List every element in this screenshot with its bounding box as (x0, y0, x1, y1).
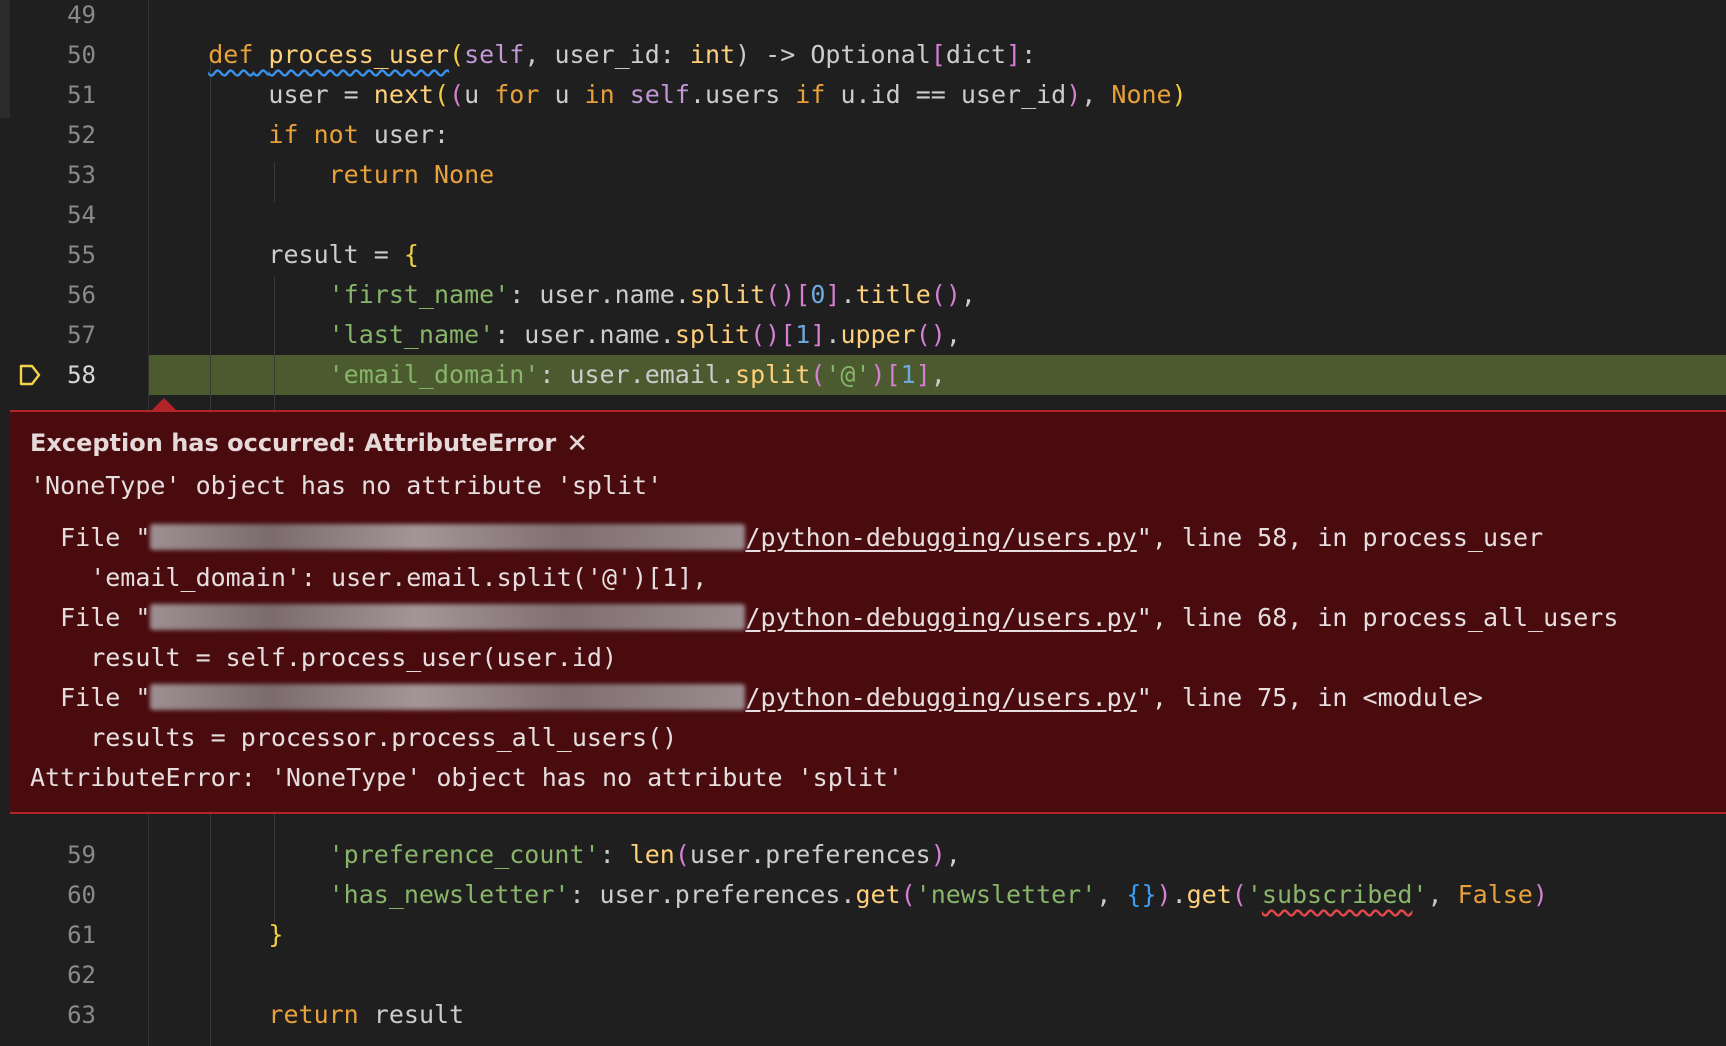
exception-widget: Exception has occurred: AttributeError ✕ … (10, 410, 1726, 814)
code-text: def process_user(self, user_id: int) -> … (208, 40, 1037, 69)
trace-file-line: File "/python-debugging/users.py", line … (30, 603, 1619, 632)
redacted-path (150, 524, 746, 550)
line-number: 61 (67, 921, 96, 949)
code-line[interactable]: 50 def process_user(self, user_id: int) … (0, 35, 1726, 75)
line-number: 54 (67, 201, 96, 229)
line-number: 53 (67, 161, 96, 189)
line-number: 58 (67, 361, 96, 389)
code-text: } (268, 920, 284, 949)
line-number: 49 (67, 1, 96, 29)
exception-final-line: AttributeError: 'NoneType' object has no… (30, 763, 903, 792)
file-path-link[interactable]: /python-debugging/users.py (745, 523, 1136, 552)
code-text: if not user: (268, 120, 450, 149)
code-line[interactable]: 53 return None (0, 155, 1726, 195)
line-number: 56 (67, 281, 96, 309)
line-number: 50 (67, 41, 96, 69)
close-icon[interactable]: ✕ (566, 427, 588, 461)
trace-file-line: File "/python-debugging/users.py", line … (30, 683, 1483, 712)
trace-code-line: results = processor.process_all_users() (30, 723, 678, 752)
code-text: user = next((u for u in self.users if u.… (148, 80, 1187, 109)
file-path-link[interactable]: /python-debugging/users.py (745, 683, 1136, 712)
code-line[interactable]: 58 'email_domain': user.email.split('@')… (0, 355, 1726, 395)
code-text: 'has_newsletter': user.preferences.get('… (328, 880, 1548, 909)
trace-file-line: File "/python-debugging/users.py", line … (30, 523, 1544, 552)
code-line[interactable]: 52 if not user: (0, 115, 1726, 155)
line-number: 60 (67, 881, 96, 909)
code-text: 'preference_count': len(user.preferences… (328, 840, 961, 869)
line-number: 63 (67, 1001, 96, 1029)
code-text: 'last_name': user.name.split()[1].upper(… (328, 320, 961, 349)
line-number: 55 (67, 241, 96, 269)
code-line[interactable]: 59 'preference_count': len(user.preferen… (0, 835, 1726, 875)
line-number: 57 (67, 321, 96, 349)
code-line[interactable]: 51 user = next((u for u in self.users if… (0, 75, 1726, 115)
code-line[interactable]: 60 'has_newsletter': user.preferences.ge… (0, 875, 1726, 915)
code-line[interactable]: 63 return result (0, 995, 1726, 1035)
code-line[interactable]: 56 'first_name': user.name.split()[0].ti… (0, 275, 1726, 315)
code-line[interactable]: 61 } (0, 915, 1726, 955)
breakpoint-paused-icon[interactable] (18, 363, 42, 387)
code-text: result = { (148, 240, 419, 269)
code-text: 'email_domain': user.email.split('@')[1]… (328, 360, 946, 389)
line-number: 51 (67, 81, 96, 109)
code-line[interactable]: 57 'last_name': user.name.split()[1].upp… (0, 315, 1726, 355)
code-line[interactable]: 55 result = { (0, 235, 1726, 275)
trace-code-line: 'email_domain': user.email.split('@')[1]… (30, 563, 708, 592)
line-number: 52 (67, 121, 96, 149)
redacted-path (150, 604, 746, 630)
exception-title: Exception has occurred: AttributeError (30, 429, 557, 457)
exception-pointer (152, 398, 176, 410)
code-line[interactable]: 54 (0, 195, 1726, 235)
file-path-link[interactable]: /python-debugging/users.py (745, 603, 1136, 632)
line-number: 59 (67, 841, 96, 869)
code-text: return result (268, 1000, 465, 1029)
line-number: 62 (67, 961, 96, 989)
exception-header: Exception has occurred: AttributeError ✕ (30, 426, 588, 461)
code-text: return None (328, 160, 495, 189)
exception-message: 'NoneType' object has no attribute 'spli… (30, 471, 663, 500)
code-line[interactable]: 49 (0, 0, 1726, 35)
trace-code-line: result = self.process_user(user.id) (30, 643, 617, 672)
code-line[interactable]: 62 (0, 955, 1726, 995)
code-text: 'first_name': user.name.split()[0].title… (328, 280, 976, 309)
redacted-path (150, 684, 746, 710)
code-editor[interactable]: 49 50 def process_user(self, user_id: int… (0, 0, 1726, 1046)
